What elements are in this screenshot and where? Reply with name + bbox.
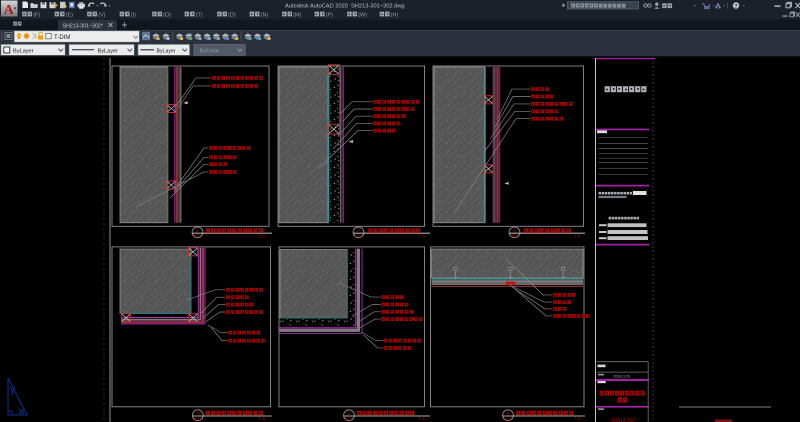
svg-text:(E): (E) (66, 12, 73, 18)
svg-text:W02: W02 (511, 234, 518, 238)
svg-text:1:5: 1:5 (259, 234, 266, 239)
svg-text:(N): (N) (261, 12, 269, 18)
svg-text:(I): (I) (131, 12, 136, 18)
svg-text:1:5: 1:5 (574, 234, 581, 239)
svg-text:ByColor: ByColor (200, 48, 219, 54)
svg-text:A: A (4, 3, 15, 18)
svg-text:ByLayer: ByLayer (13, 49, 34, 55)
svg-text:6: 6 (506, 411, 509, 417)
svg-text:W02: W02 (345, 417, 352, 421)
svg-text:SH213-302: SH213-302 (611, 418, 635, 422)
svg-text:ByLayer: ByLayer (98, 49, 119, 55)
svg-text:(M): (M) (293, 12, 301, 18)
svg-text:SH213-301~302.dwg: SH213-301~302.dwg (351, 4, 405, 10)
svg-text:(D): (D) (228, 12, 236, 18)
svg-text:?: ? (734, 4, 738, 10)
svg-text:5: 5 (347, 411, 350, 417)
svg-text:1:5: 1:5 (575, 416, 582, 421)
svg-text:2016.11.20: 2016.11.20 (614, 374, 630, 378)
svg-text:4: 4 (196, 411, 199, 417)
svg-text:1:5: 1:5 (419, 234, 426, 239)
svg-text:1:5: 1:5 (419, 416, 426, 421)
svg-text:W02: W02 (194, 234, 201, 238)
svg-text:(W): (W) (358, 12, 367, 18)
svg-text:W02: W02 (504, 417, 511, 421)
svg-text:(P): (P) (326, 12, 333, 18)
svg-text:(T): (T) (196, 12, 203, 18)
svg-text:(F): (F) (33, 12, 40, 18)
svg-text:W02: W02 (355, 234, 362, 238)
svg-text:Autodesk AutoCAD 2020: Autodesk AutoCAD 2020 (285, 4, 348, 10)
svg-text:W02: W02 (194, 417, 201, 421)
svg-text:(H): (H) (391, 12, 399, 18)
svg-text:ByLayer: ByLayer (157, 48, 176, 54)
svg-text:T-DIM: T-DIM (54, 35, 70, 41)
svg-text:1:5: 1:5 (259, 416, 266, 421)
svg-text:SH213-301~302*: SH213-301~302* (63, 23, 104, 29)
svg-text:(O): (O) (163, 12, 171, 18)
svg-text:(V): (V) (98, 12, 105, 18)
